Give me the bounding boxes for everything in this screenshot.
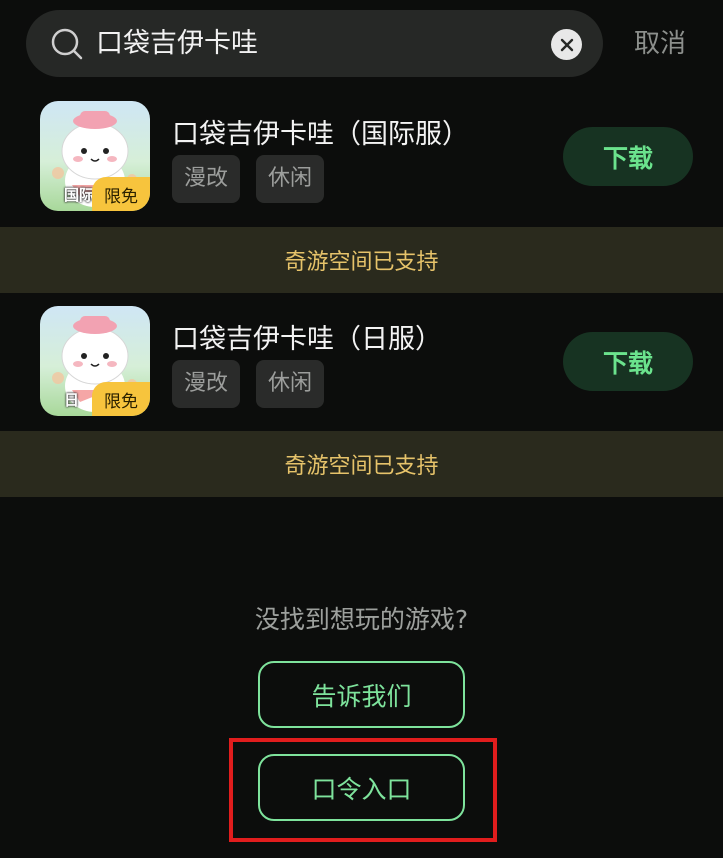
download-button[interactable]: 下载 <box>563 127 693 186</box>
region-tag: 日 <box>64 391 80 409</box>
support-banner: 奇游空间已支持 <box>0 227 723 293</box>
game-app-icon[interactable]: 日 限免 <box>40 306 150 416</box>
download-button[interactable]: 下载 <box>563 332 693 391</box>
game-title[interactable]: 口袋吉伊卡哇（日服） <box>172 317 442 356</box>
game-result-row[interactable]: 日 限免 口袋吉伊卡哇（日服） 漫改 休闲 下载 <box>0 299 723 429</box>
game-result-row[interactable]: 国际 限免 口袋吉伊卡哇（国际服） 漫改 休闲 下载 <box>0 94 723 224</box>
search-header: 取消 <box>0 0 723 90</box>
tag-chip[interactable]: 休闲 <box>256 155 325 203</box>
support-banner: 奇游空间已支持 <box>0 431 723 497</box>
highlight-box <box>229 738 497 842</box>
free-badge: 限免 <box>92 177 150 211</box>
tag-list: 漫改 休闲 <box>172 155 325 203</box>
tag-list: 漫改 休闲 <box>172 360 325 408</box>
game-app-icon[interactable]: 国际 限免 <box>40 101 150 211</box>
search-input[interactable] <box>96 22 536 66</box>
not-found-prompt: 没找到想玩的游戏? <box>254 605 469 634</box>
tell-us-button[interactable]: 告诉我们 <box>258 661 465 728</box>
cancel-button[interactable]: 取消 <box>634 27 686 61</box>
tag-chip[interactable]: 漫改 <box>172 155 241 203</box>
clear-search-button[interactable] <box>551 29 582 60</box>
free-badge: 限免 <box>92 382 150 416</box>
search-icon <box>51 28 83 60</box>
tag-chip[interactable]: 漫改 <box>172 360 241 408</box>
tag-chip[interactable]: 休闲 <box>256 360 325 408</box>
region-tag: 国际 <box>64 186 95 204</box>
close-icon <box>560 38 573 51</box>
game-title[interactable]: 口袋吉伊卡哇（国际服） <box>172 112 469 151</box>
